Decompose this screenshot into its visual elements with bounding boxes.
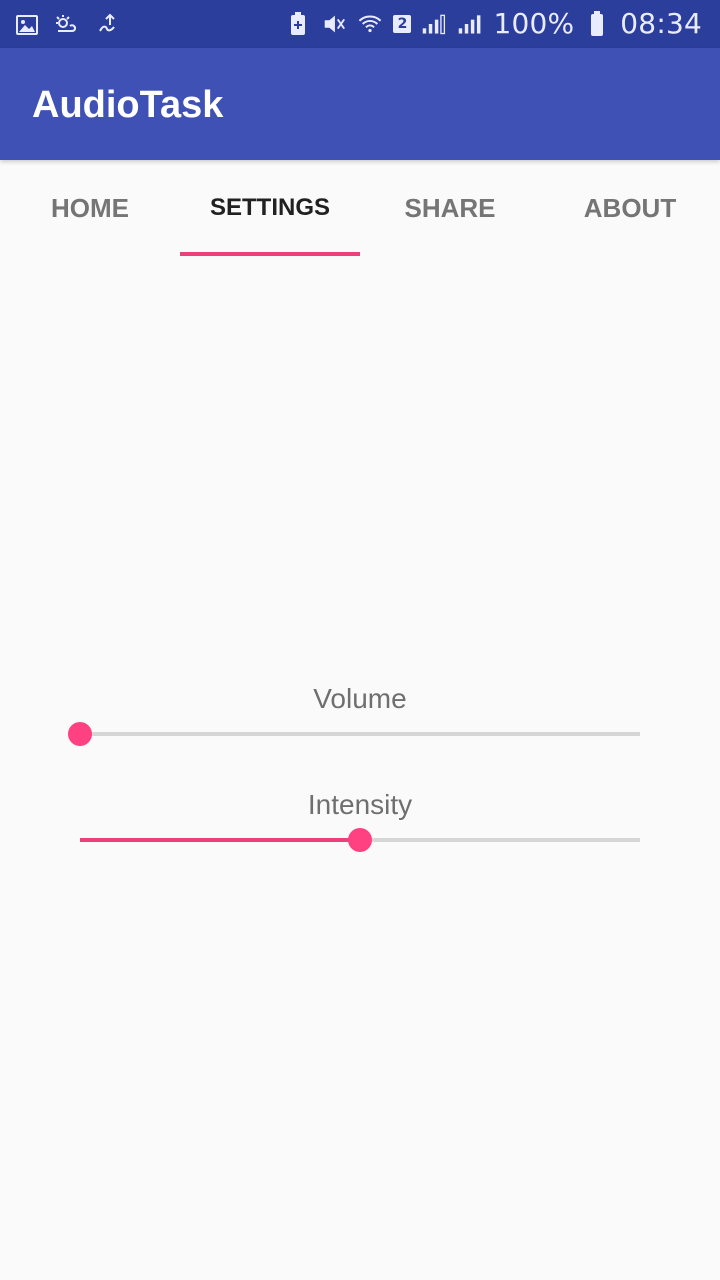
battery-icon bbox=[584, 9, 610, 39]
status-right-icons: 2 100% 08:34 bbox=[285, 8, 702, 40]
app-title: AudioTask bbox=[32, 84, 224, 126]
active-tab-indicator bbox=[180, 252, 360, 256]
status-bar: 2 100% 08:34 bbox=[0, 0, 720, 48]
weather-icon bbox=[54, 10, 80, 40]
mute-icon bbox=[321, 9, 347, 39]
volume-slider-track bbox=[80, 732, 640, 736]
volume-slider[interactable] bbox=[68, 718, 640, 750]
status-time: 08:34 bbox=[620, 7, 702, 40]
app-bar: AudioTask bbox=[0, 48, 720, 160]
tab-bar: HOME SETTINGS SHARE ABOUT bbox=[0, 160, 720, 256]
signal-icon bbox=[457, 9, 483, 39]
intensity-slider-fill bbox=[80, 838, 360, 842]
tab-about[interactable]: ABOUT bbox=[540, 160, 720, 256]
status-left-icons bbox=[14, 10, 120, 40]
gesture-icon bbox=[94, 10, 120, 40]
tab-settings[interactable]: SETTINGS bbox=[180, 160, 360, 256]
tab-settings-label: SETTINGS bbox=[209, 194, 330, 221]
intensity-label: Intensity bbox=[307, 789, 413, 820]
intensity-slider-thumb[interactable] bbox=[348, 828, 372, 852]
wifi-icon bbox=[357, 9, 383, 39]
volume-slider-thumb[interactable] bbox=[68, 722, 92, 746]
battery-percent: 100% bbox=[493, 7, 575, 40]
tab-share-label: SHARE bbox=[404, 193, 496, 223]
tab-home[interactable]: HOME bbox=[0, 160, 180, 256]
signal-icon bbox=[421, 9, 447, 39]
battery-saver-icon bbox=[285, 9, 311, 39]
tab-about-label: ABOUT bbox=[583, 193, 677, 223]
tab-home-label: HOME bbox=[51, 193, 129, 223]
sim-slot-badge: 2 bbox=[393, 15, 412, 33]
tab-share[interactable]: SHARE bbox=[360, 160, 540, 256]
volume-label: Volume bbox=[313, 683, 407, 714]
intensity-slider[interactable] bbox=[80, 824, 640, 856]
image-icon bbox=[14, 10, 40, 40]
